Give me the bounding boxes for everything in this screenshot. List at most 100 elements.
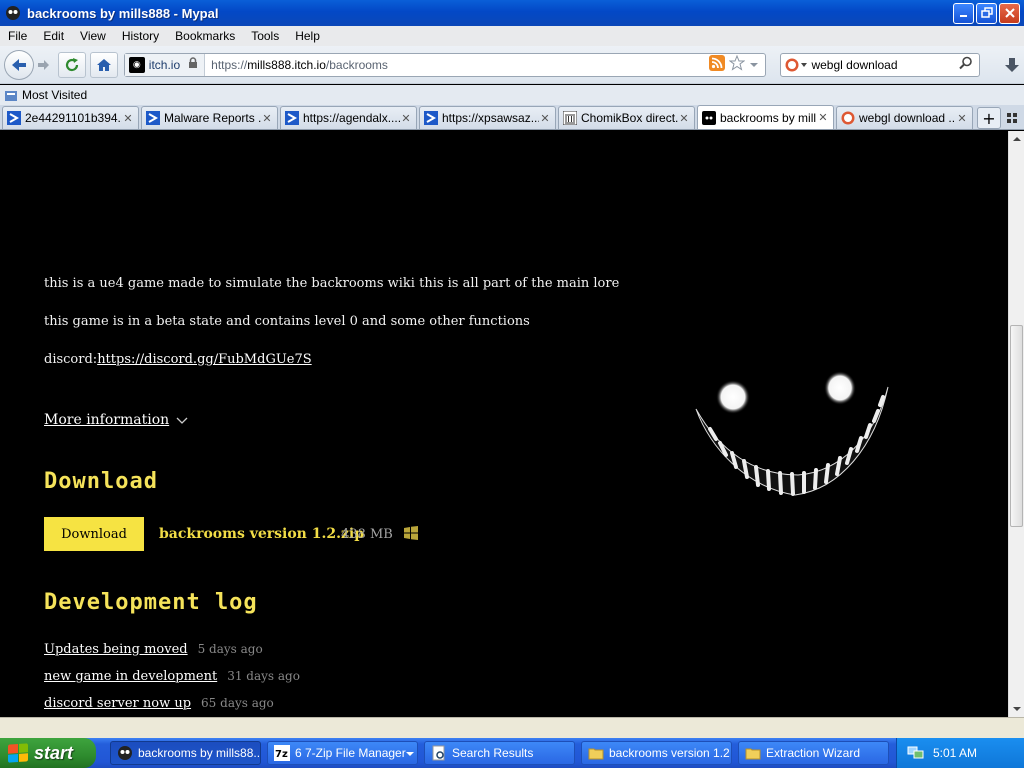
search-results-icon	[431, 745, 447, 761]
file-size: 438 MB	[341, 527, 393, 542]
itchio-icon	[702, 110, 716, 125]
taskbar-item-7zip[interactable]: 7z 6 7-Zip File Manager	[267, 741, 418, 765]
bookmark-star-icon[interactable]	[728, 54, 746, 74]
menu-file[interactable]: File	[0, 29, 35, 43]
devlog-link[interactable]: new game in development	[44, 669, 217, 684]
search-icon[interactable]	[959, 56, 973, 73]
minimize-button[interactable]	[953, 2, 974, 24]
download-heading: Download	[44, 469, 158, 494]
scrollbar-thumb[interactable]	[1010, 325, 1023, 527]
reload-button[interactable]	[57, 51, 86, 78]
tab-close-icon[interactable]: ✕	[400, 112, 412, 125]
taskbar-item-label: 6 7-Zip File Manager	[295, 746, 406, 760]
url-prefix: https://	[211, 57, 248, 72]
bookmarks-toolbar: Most Visited	[0, 85, 1024, 105]
most-visited-label: Most Visited	[22, 88, 88, 102]
tab-list-icon[interactable]	[1003, 107, 1021, 129]
scroll-up-icon[interactable]	[1009, 131, 1024, 147]
tab-6-active[interactable]: backrooms by mill... ✕	[697, 105, 834, 129]
devlog-link[interactable]: Updates being moved	[44, 642, 188, 657]
tab-4[interactable]: https://xpsawsaz... ✕	[419, 106, 556, 129]
taskbar-item-label: backrooms version 1.2	[609, 746, 730, 760]
more-information-toggle[interactable]: More information	[44, 412, 189, 428]
taskbar: start backrooms by mills88... 7z 6 7-Zip…	[0, 738, 1024, 768]
devlog-time: 65 days ago	[201, 696, 274, 710]
rss-feed-icon[interactable]	[709, 55, 726, 74]
downloads-button[interactable]	[1000, 53, 1024, 77]
forward-button[interactable]	[34, 52, 54, 78]
tab-close-icon[interactable]: ✕	[261, 112, 273, 125]
clock: 5:01 AM	[933, 746, 978, 760]
window-title: backrooms by mills888 - Mypal	[27, 6, 219, 21]
devlog-link[interactable]: discord server now up	[44, 696, 191, 711]
devlog-entry: Updates being moved 5 days ago	[44, 642, 263, 657]
menu-bar: File Edit View History Bookmarks Tools H…	[0, 26, 1024, 46]
network-icon[interactable]	[907, 744, 925, 763]
taskbar-item-extraction[interactable]: Extraction Wizard	[738, 741, 889, 765]
url-dropdown-icon[interactable]	[749, 58, 759, 72]
file-name: backrooms version 1.2.zip	[159, 526, 365, 542]
url-text[interactable]: https://mills888.itch.io/backrooms	[205, 58, 709, 72]
search-engine-selector[interactable]	[781, 58, 811, 72]
building-icon	[563, 111, 577, 125]
virustotal-icon	[424, 111, 438, 125]
menu-view[interactable]: View	[72, 29, 114, 43]
menu-bookmarks[interactable]: Bookmarks	[167, 29, 243, 43]
group-dropdown-icon[interactable]	[405, 746, 414, 760]
svg-text:7z: 7z	[275, 749, 288, 760]
download-button[interactable]: Download	[44, 517, 144, 551]
taskbar-item-label: backrooms by mills88...	[138, 746, 261, 760]
virustotal-icon	[146, 111, 160, 125]
chevron-down-icon	[176, 417, 188, 424]
taskbar-item-folder[interactable]: backrooms version 1.2	[581, 741, 732, 765]
windows-logo-icon	[8, 743, 28, 763]
tab-close-icon[interactable]: ✕	[122, 112, 134, 125]
menu-tools[interactable]: Tools	[243, 29, 287, 43]
virustotal-icon	[285, 111, 299, 125]
smiling-creature-image	[695, 371, 889, 496]
more-information-label: More information	[44, 412, 170, 428]
taskbar-item-browser[interactable]: backrooms by mills88...	[110, 741, 261, 765]
menu-history[interactable]: History	[114, 29, 167, 43]
home-button[interactable]	[89, 51, 118, 78]
folder-icon	[588, 745, 604, 761]
restore-button[interactable]	[976, 2, 997, 24]
menu-edit[interactable]: Edit	[35, 29, 72, 43]
scroll-down-icon[interactable]	[1009, 701, 1024, 717]
tab-7[interactable]: webgl download ... ✕	[836, 106, 973, 129]
url-bar[interactable]: ◉ itch.io https://mills888.itch.io/backr…	[123, 52, 767, 77]
new-tab-button[interactable]: +	[977, 107, 1001, 129]
discord-link[interactable]: https://discord.gg/FubMdGUe7S	[97, 352, 311, 367]
tab-label: webgl download ...	[859, 111, 956, 125]
folder-icon	[745, 745, 761, 761]
search-input[interactable]: webgl download	[811, 58, 959, 72]
tab-close-icon[interactable]: ✕	[956, 112, 968, 125]
taskbar-item-search[interactable]: Search Results	[424, 741, 575, 765]
tab-strip: 2e44291101b394... ✕ Malware Reports ... …	[0, 105, 1024, 130]
menu-help[interactable]: Help	[287, 29, 328, 43]
close-window-button[interactable]	[999, 2, 1020, 24]
tab-close-icon[interactable]: ✕	[817, 111, 829, 124]
tab-close-icon[interactable]: ✕	[539, 112, 551, 125]
tab-3[interactable]: https://agendalx.... ✕	[280, 106, 417, 129]
tab-label: https://xpsawsaz...	[442, 111, 539, 125]
vertical-scrollbar[interactable]	[1008, 131, 1024, 717]
site-identity[interactable]: ◉ itch.io	[124, 53, 206, 76]
tab-2[interactable]: Malware Reports ... ✕	[141, 106, 278, 129]
tab-label: ChomikBox direct...	[581, 111, 678, 125]
start-label: start	[34, 742, 74, 763]
url-path: /backrooms	[325, 57, 388, 72]
tab-1[interactable]: 2e44291101b394... ✕	[2, 106, 139, 129]
back-button[interactable]	[4, 49, 34, 80]
devlog-time: 5 days ago	[197, 642, 263, 656]
tab-5[interactable]: ChomikBox direct... ✕	[558, 106, 695, 129]
navigation-toolbar: ◉ itch.io https://mills888.itch.io/backr…	[0, 46, 1024, 84]
tab-close-icon[interactable]: ✕	[678, 112, 690, 125]
search-bar[interactable]: webgl download	[780, 52, 981, 77]
start-button[interactable]: start	[0, 738, 96, 768]
tab-label: 2e44291101b394...	[25, 111, 122, 125]
lock-icon	[188, 57, 198, 72]
most-visited-bookmark[interactable]: Most Visited	[4, 88, 87, 102]
windows-platform-icon	[404, 526, 418, 540]
page-content: this is a ue4 game made to simulate the …	[0, 131, 1008, 717]
